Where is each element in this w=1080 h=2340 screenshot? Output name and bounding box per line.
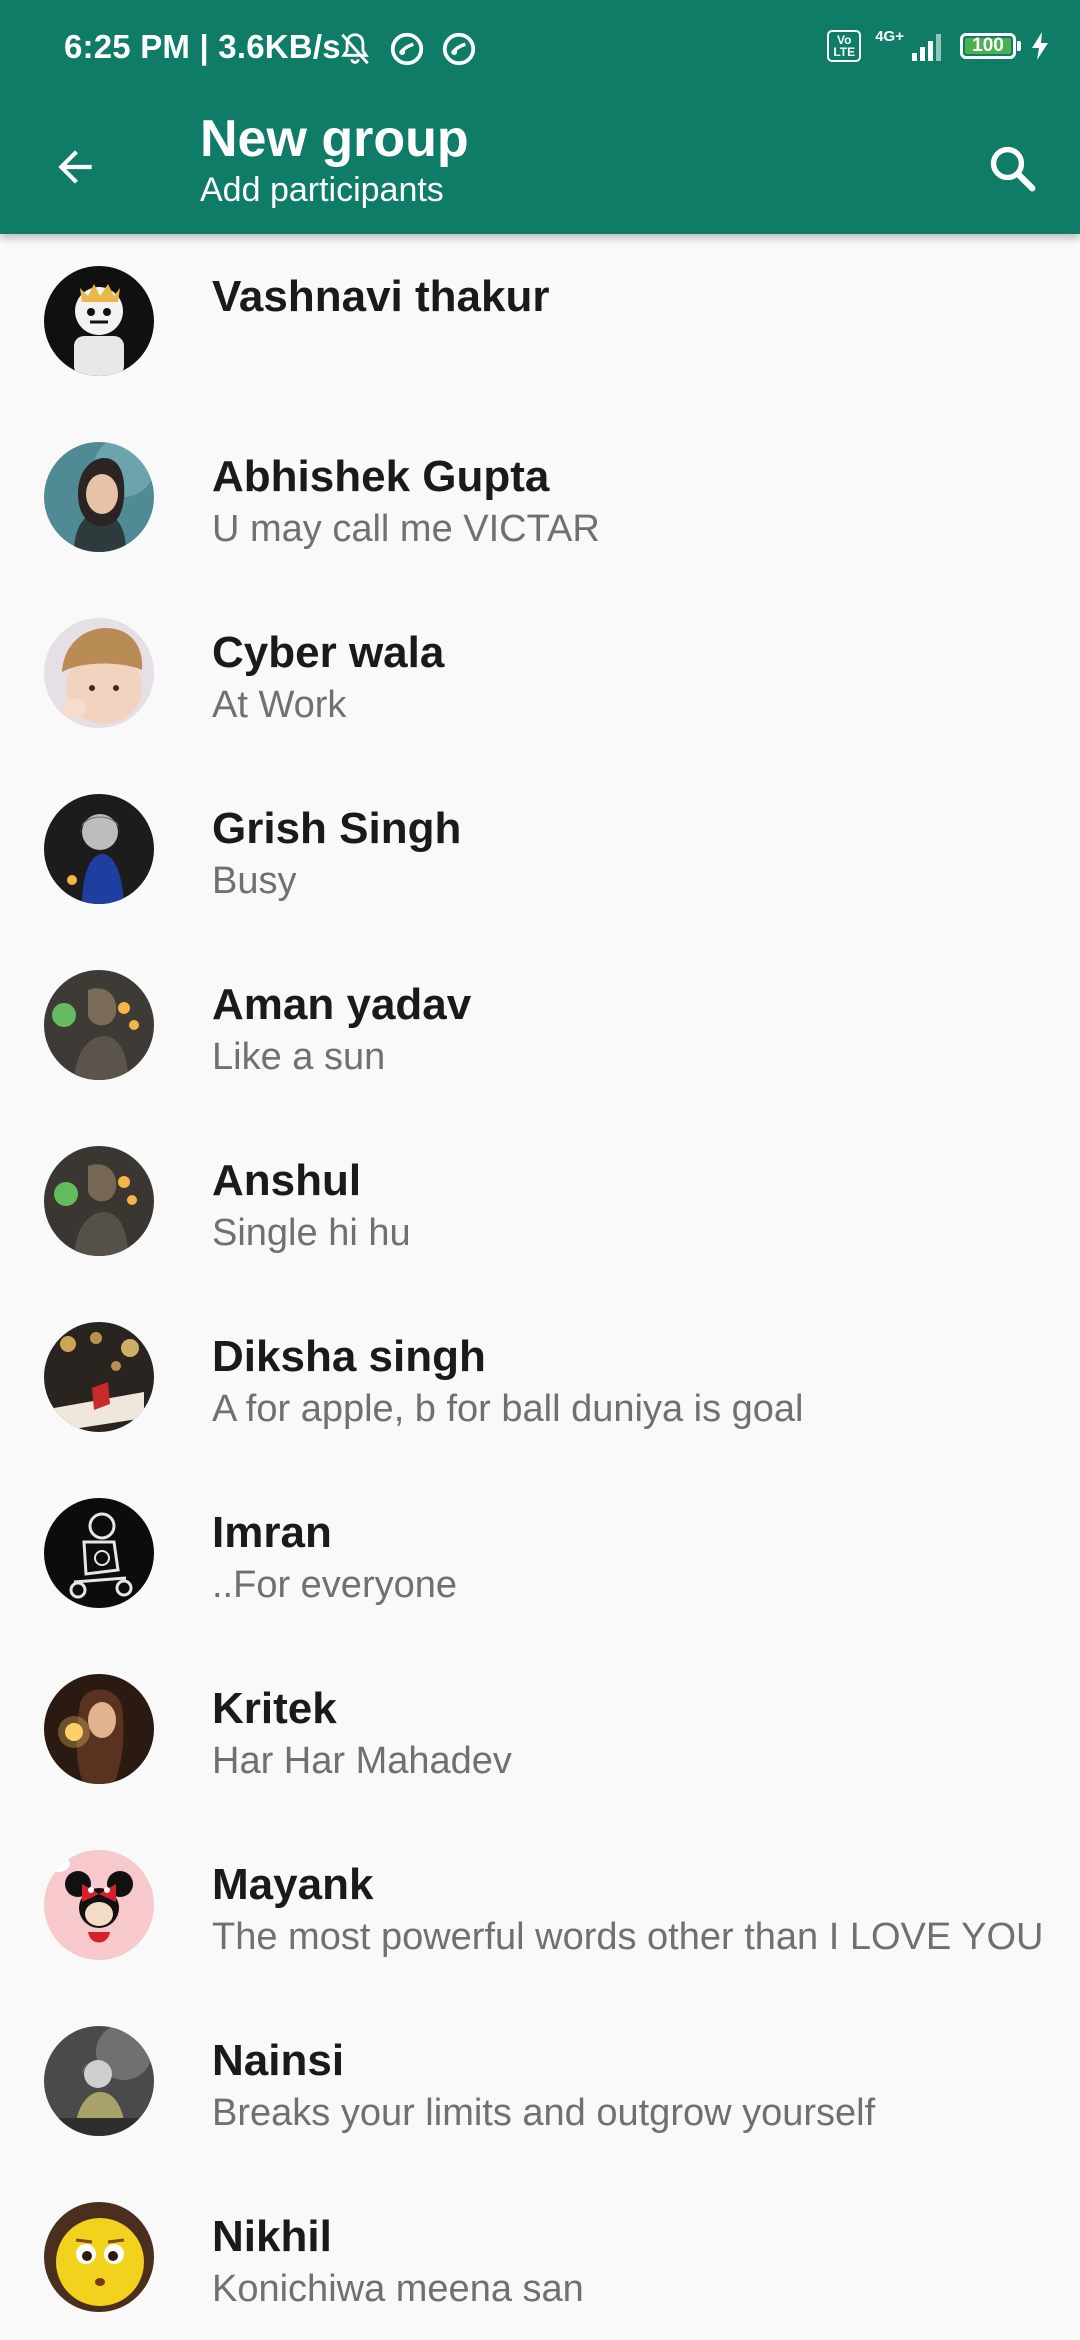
sync-icon [442,32,476,66]
contact-row[interactable]: Imran ..For everyone [0,1466,1080,1642]
page-title: New group [200,110,469,168]
contact-status: Single hi hu [212,1212,411,1254]
contact-text: Nikhil Konichiwa meena san [212,2210,1060,2314]
contact-name: Cyber wala [212,628,445,677]
contact-row[interactable]: Grish Singh Busy [0,762,1080,938]
contact-text: Diksha singh A for apple, b for ball dun… [212,1330,1060,1434]
contact-name: Kritek [212,1684,337,1733]
back-button[interactable] [40,132,110,202]
status-notification-icons [336,30,478,68]
contact-text: Kritek Har Har Mahadev [212,1682,1060,1786]
contact-text: Mayank The most powerful words other tha… [212,1858,1060,1962]
contact-row[interactable]: Nainsi Breaks your limits and outgrow yo… [0,1994,1080,2170]
contact-status: A for apple, b for ball duniya is goal [212,1388,804,1430]
contact-row[interactable]: Anshul Single hi hu [0,1114,1080,1290]
avatar [44,442,154,552]
search-icon [990,146,1036,192]
charging-icon [1032,32,1048,60]
status-time: 6:25 PM | 3.6KB/s [64,28,341,65]
avatar [44,618,154,728]
sync-icon [390,32,424,66]
avatar [44,2202,154,2312]
contact-row[interactable]: Kritek Har Har Mahadev [0,1642,1080,1818]
search-button[interactable] [972,128,1052,208]
contact-name: Nikhil [212,2212,332,2261]
contact-text: Imran ..For everyone [212,1506,1060,1610]
contact-text: Grish Singh Busy [212,802,1060,906]
contact-text: Vashnavi thakur [212,270,1060,324]
contact-status: Breaks your limits and outgrow yourself [212,2092,876,2134]
avatar [44,1674,154,1784]
contact-status: Konichiwa meena san [212,2268,584,2310]
contact-row[interactable]: Abhishek Gupta U may call me VICTAR [0,410,1080,586]
avatar [44,266,154,376]
contact-row[interactable]: Cyber wala At Work [0,586,1080,762]
status-system-icons: Vo LTE 4G+ 100 [827,27,1050,62]
contact-row[interactable]: Mayank The most powerful words other tha… [0,1818,1080,1994]
volte-badge: Vo LTE [827,30,862,62]
network-type: 4G+ [875,27,904,45]
contact-name: Aman yadav [212,980,472,1029]
avatar [44,2026,154,2136]
toolbar-titles: New group Add participants [200,108,469,210]
contact-name: Imran [212,1508,332,1557]
contact-status: At Work [212,684,347,726]
contact-name: Vashnavi thakur [212,272,550,321]
contact-name: Anshul [212,1156,362,1205]
contact-text: Aman yadav Like a sun [212,978,1060,1082]
contact-name: Grish Singh [212,804,462,853]
contact-text: Cyber wala At Work [212,626,1060,730]
contact-row[interactable]: Vashnavi thakur [0,234,1080,410]
contact-row[interactable]: Diksha singh A for apple, b for ball dun… [0,1290,1080,1466]
bell-off-icon [341,33,369,65]
contact-status: Har Har Mahadev [212,1740,512,1782]
avatar [44,1850,154,1960]
arrow-left-icon [58,150,92,184]
contact-status: ..For everyone [212,1564,457,1606]
contact-text: Anshul Single hi hu [212,1154,1060,1258]
contact-row[interactable]: Nikhil Konichiwa meena san [0,2170,1080,2340]
battery-icon: 100 [960,33,1021,59]
contact-status: Like a sun [212,1036,386,1078]
avatar [44,970,154,1080]
page-subtitle: Add participants [200,171,444,209]
avatar [44,1498,154,1608]
battery-level: 100 [972,35,1004,56]
status-bar: 6:25 PM | 3.6KB/s Vo LTE 4G+ 100 [0,0,1080,100]
contact-status: The most powerful words other than I LOV… [212,1916,1044,1958]
contact-name: Abhishek Gupta [212,452,550,501]
contact-status: U may call me VICTAR [212,508,600,550]
contact-name: Diksha singh [212,1332,486,1381]
contact-text: Nainsi Breaks your limits and outgrow yo… [212,2034,1060,2138]
avatar [44,1322,154,1432]
avatar [44,794,154,904]
contact-text: Abhishek Gupta U may call me VICTAR [212,450,1060,554]
contact-status: Busy [212,860,297,902]
contact-name: Mayank [212,1860,374,1909]
toolbar: New group Add participants [0,100,1080,234]
contact-list[interactable]: Vashnavi thakur Abhishek Gupta U may cal… [0,234,1080,2340]
app-bar: 6:25 PM | 3.6KB/s Vo LTE 4G+ 100 New gro… [0,0,1080,234]
signal-icon [912,34,941,61]
avatar [44,1146,154,1256]
contact-row[interactable]: Aman yadav Like a sun [0,938,1080,1114]
contact-name: Nainsi [212,2036,345,2085]
